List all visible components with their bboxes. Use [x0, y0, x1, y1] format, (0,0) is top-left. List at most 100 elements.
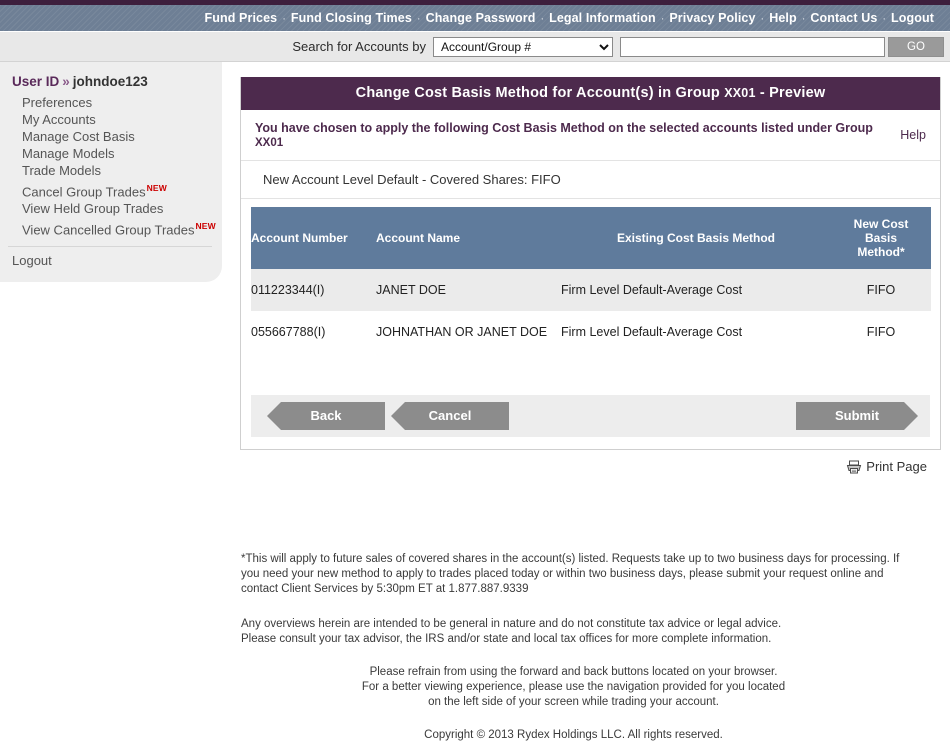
search-type-select[interactable]: Account/Group # [433, 36, 613, 57]
nav-change-password[interactable]: Change Password [426, 11, 536, 25]
accounts-table: Account Number Account Name Existing Cos… [251, 207, 931, 353]
sidebar-divider [8, 245, 212, 247]
table-header-row: Account Number Account Name Existing Cos… [251, 207, 931, 269]
col-account-name: Account Name [376, 207, 561, 269]
page-title: Change Cost Basis Method for Account(s) … [241, 77, 940, 110]
nav-separator: · [282, 13, 286, 25]
nav-separator: · [660, 13, 665, 25]
footnote-tax-disclaimer: Any overviews herein are intended to be … [241, 617, 906, 647]
col-new-method-line3: Method* [857, 245, 905, 259]
sidebar-item-view-cancelled-group-trades[interactable]: View Cancelled Group TradesNEW [0, 218, 222, 239]
nav-separator: · [416, 13, 421, 25]
copyright-notice: Copyright © 2013 Rydex Holdings LLC. All… [424, 729, 723, 741]
cell-new-method: FIFO [866, 325, 896, 339]
table-row: 055667788(I) JOHNATHAN OR JANET DOE Firm L… [251, 311, 931, 353]
selected-method-line: New Account Level Default - Covered Shar… [241, 161, 940, 199]
intro-text-group: XX01 [255, 137, 284, 149]
nav-legal-information[interactable]: Legal Information [549, 11, 656, 25]
cell-account-name: JANET DOE [376, 283, 446, 297]
nav-logout[interactable]: Logout [891, 11, 934, 25]
sidebar-item-manage-cost-basis[interactable]: Manage Cost Basis [0, 129, 222, 146]
nav-privacy-policy[interactable]: Privacy Policy [669, 11, 755, 25]
nav-separator: · [801, 13, 806, 25]
search-input[interactable] [620, 36, 885, 57]
preview-panel: Change Cost Basis Method for Account(s) … [240, 77, 941, 450]
sidebar-user-id-row: User ID» johndoe123 [0, 74, 222, 95]
cell-account-number: 011223344(I) [251, 283, 325, 297]
nav-separator: · [540, 13, 545, 25]
sidebar-user-id-value: johndoe123 [72, 74, 148, 89]
sidebar-item-my-accounts[interactable]: My Accounts [0, 112, 222, 129]
col-new-method-line1: New Cost [853, 217, 909, 231]
cell-account-name: JOHNATHAN OR JANET DOE [376, 325, 548, 339]
nav-separator: · [882, 13, 887, 25]
cancel-button[interactable]: Cancel [391, 402, 509, 430]
sidebar-item-label: Manage Cost Basis [22, 129, 135, 144]
col-existing-method: Existing Cost Basis Method [561, 207, 831, 269]
sidebar-item-list: Preferences My Accounts Manage Cost Basis M… [0, 95, 222, 240]
print-row: Print Page [240, 450, 941, 477]
footnote-asterisk: *This will apply to future sales of cove… [241, 553, 900, 595]
cell-new-method: FIFO [866, 283, 896, 297]
new-badge: NEW [146, 183, 168, 193]
search-label: Search for Accounts by [292, 39, 426, 54]
sidebar-item-cancel-group-trades[interactable]: Cancel Group TradesNEW [0, 180, 222, 201]
col-new-method-line2: Basis [864, 231, 898, 245]
page-title-main: Change Cost Basis Method for Account(s) … [355, 85, 725, 101]
print-page-link[interactable]: Print Page [846, 459, 927, 474]
accounts-table-wrapper: Account Number Account Name Existing Cos… [241, 199, 940, 395]
page-title-group: XX01 [724, 86, 756, 100]
nav-fund-prices[interactable]: Fund Prices [205, 11, 278, 25]
table-row: 011223344(I) JANET DOE Firm Level Default-… [251, 269, 931, 311]
nav-separator: · [760, 13, 765, 25]
col-account-number: Account Number [251, 207, 376, 269]
back-button[interactable]: Back [267, 402, 385, 430]
cell-existing-method: Firm Level Default-Average Cost [561, 325, 743, 339]
nav-fund-closing-times[interactable]: Fund Closing Times [291, 11, 412, 25]
footnote-tax-line2: Please consult your tax advisor, the IRS… [241, 633, 772, 645]
intro-row: You have chosen to apply the following C… [241, 110, 940, 161]
chevron-right-icon: » [62, 74, 70, 89]
submit-button[interactable]: Submit [796, 402, 918, 430]
nav-help[interactable]: Help [769, 11, 797, 25]
nav-link-list: Fund Prices · Fund Closing Times · Change Pa… [205, 11, 934, 25]
sidebar-item-preferences[interactable]: Preferences [0, 95, 222, 112]
sidebar-item-trade-models[interactable]: Trade Models [0, 163, 222, 180]
sidebar-item-label: My Accounts [22, 112, 96, 127]
intro-text: You have chosen to apply the following C… [255, 121, 900, 149]
sidebar-item-logout[interactable]: Logout [0, 253, 222, 268]
sidebar-item-label: Manage Models [22, 146, 115, 161]
footnote-nav-line2: For a better viewing experience, please … [361, 681, 786, 693]
page-title-suffix: - Preview [755, 85, 826, 101]
search-go-button[interactable]: GO [888, 36, 944, 57]
help-link[interactable]: Help [900, 128, 926, 142]
sidebar-item-label: View Cancelled Group Trades [22, 222, 195, 238]
intro-text-main: You have chosen to apply the following C… [255, 121, 873, 135]
sidebar-item-label: View Held Group Trades [22, 201, 164, 217]
sidebar-user-id-label: User ID [12, 74, 60, 89]
cell-existing-method: Firm Level Default-Average Cost [561, 283, 743, 297]
footnote-tax-line1: Any overviews herein are intended to be … [241, 618, 782, 630]
col-new-method: New Cost Basis Method* [831, 207, 931, 269]
table-bottom-spacer [251, 353, 930, 395]
print-page-label: Print Page [866, 459, 927, 474]
sidebar-item-label: Trade Models [22, 163, 101, 178]
sidebar: User ID» johndoe123 Preferences My Account… [0, 62, 222, 282]
accounts-table-body: 011223344(I) JANET DOE Firm Level Default-… [251, 269, 931, 353]
main-column: Change Cost Basis Method for Account(s) … [240, 62, 946, 477]
printer-icon [846, 460, 862, 477]
action-button-bar: Back Cancel Submit [251, 395, 930, 437]
new-badge: NEW [195, 221, 216, 232]
sidebar-item-view-held-group-trades[interactable]: View Held Group Trades [0, 201, 222, 218]
sidebar-item-label: Preferences [22, 95, 93, 110]
footnote-nav-line1: Please refrain from using the forward an… [369, 666, 778, 678]
cell-account-number: 055667788(I) [251, 325, 326, 339]
nav-contact-us[interactable]: Contact Us [810, 11, 877, 25]
footnote-nav-line3: on the left side of your screen while tr… [428, 696, 719, 708]
sidebar-item-label: Cancel Group Trades [22, 184, 146, 200]
accounts-table-head: Account Number Account Name Existing Cos… [251, 207, 931, 269]
footnote-navigation-notice: Please refrain from using the forward an… [241, 665, 906, 710]
global-nav-bar: Fund Prices · Fund Closing Times · Change Pa… [0, 5, 950, 32]
sidebar-item-manage-models[interactable]: Manage Models [0, 146, 222, 163]
account-search-bar: Search for Accounts by Account/Group # G… [0, 32, 950, 62]
